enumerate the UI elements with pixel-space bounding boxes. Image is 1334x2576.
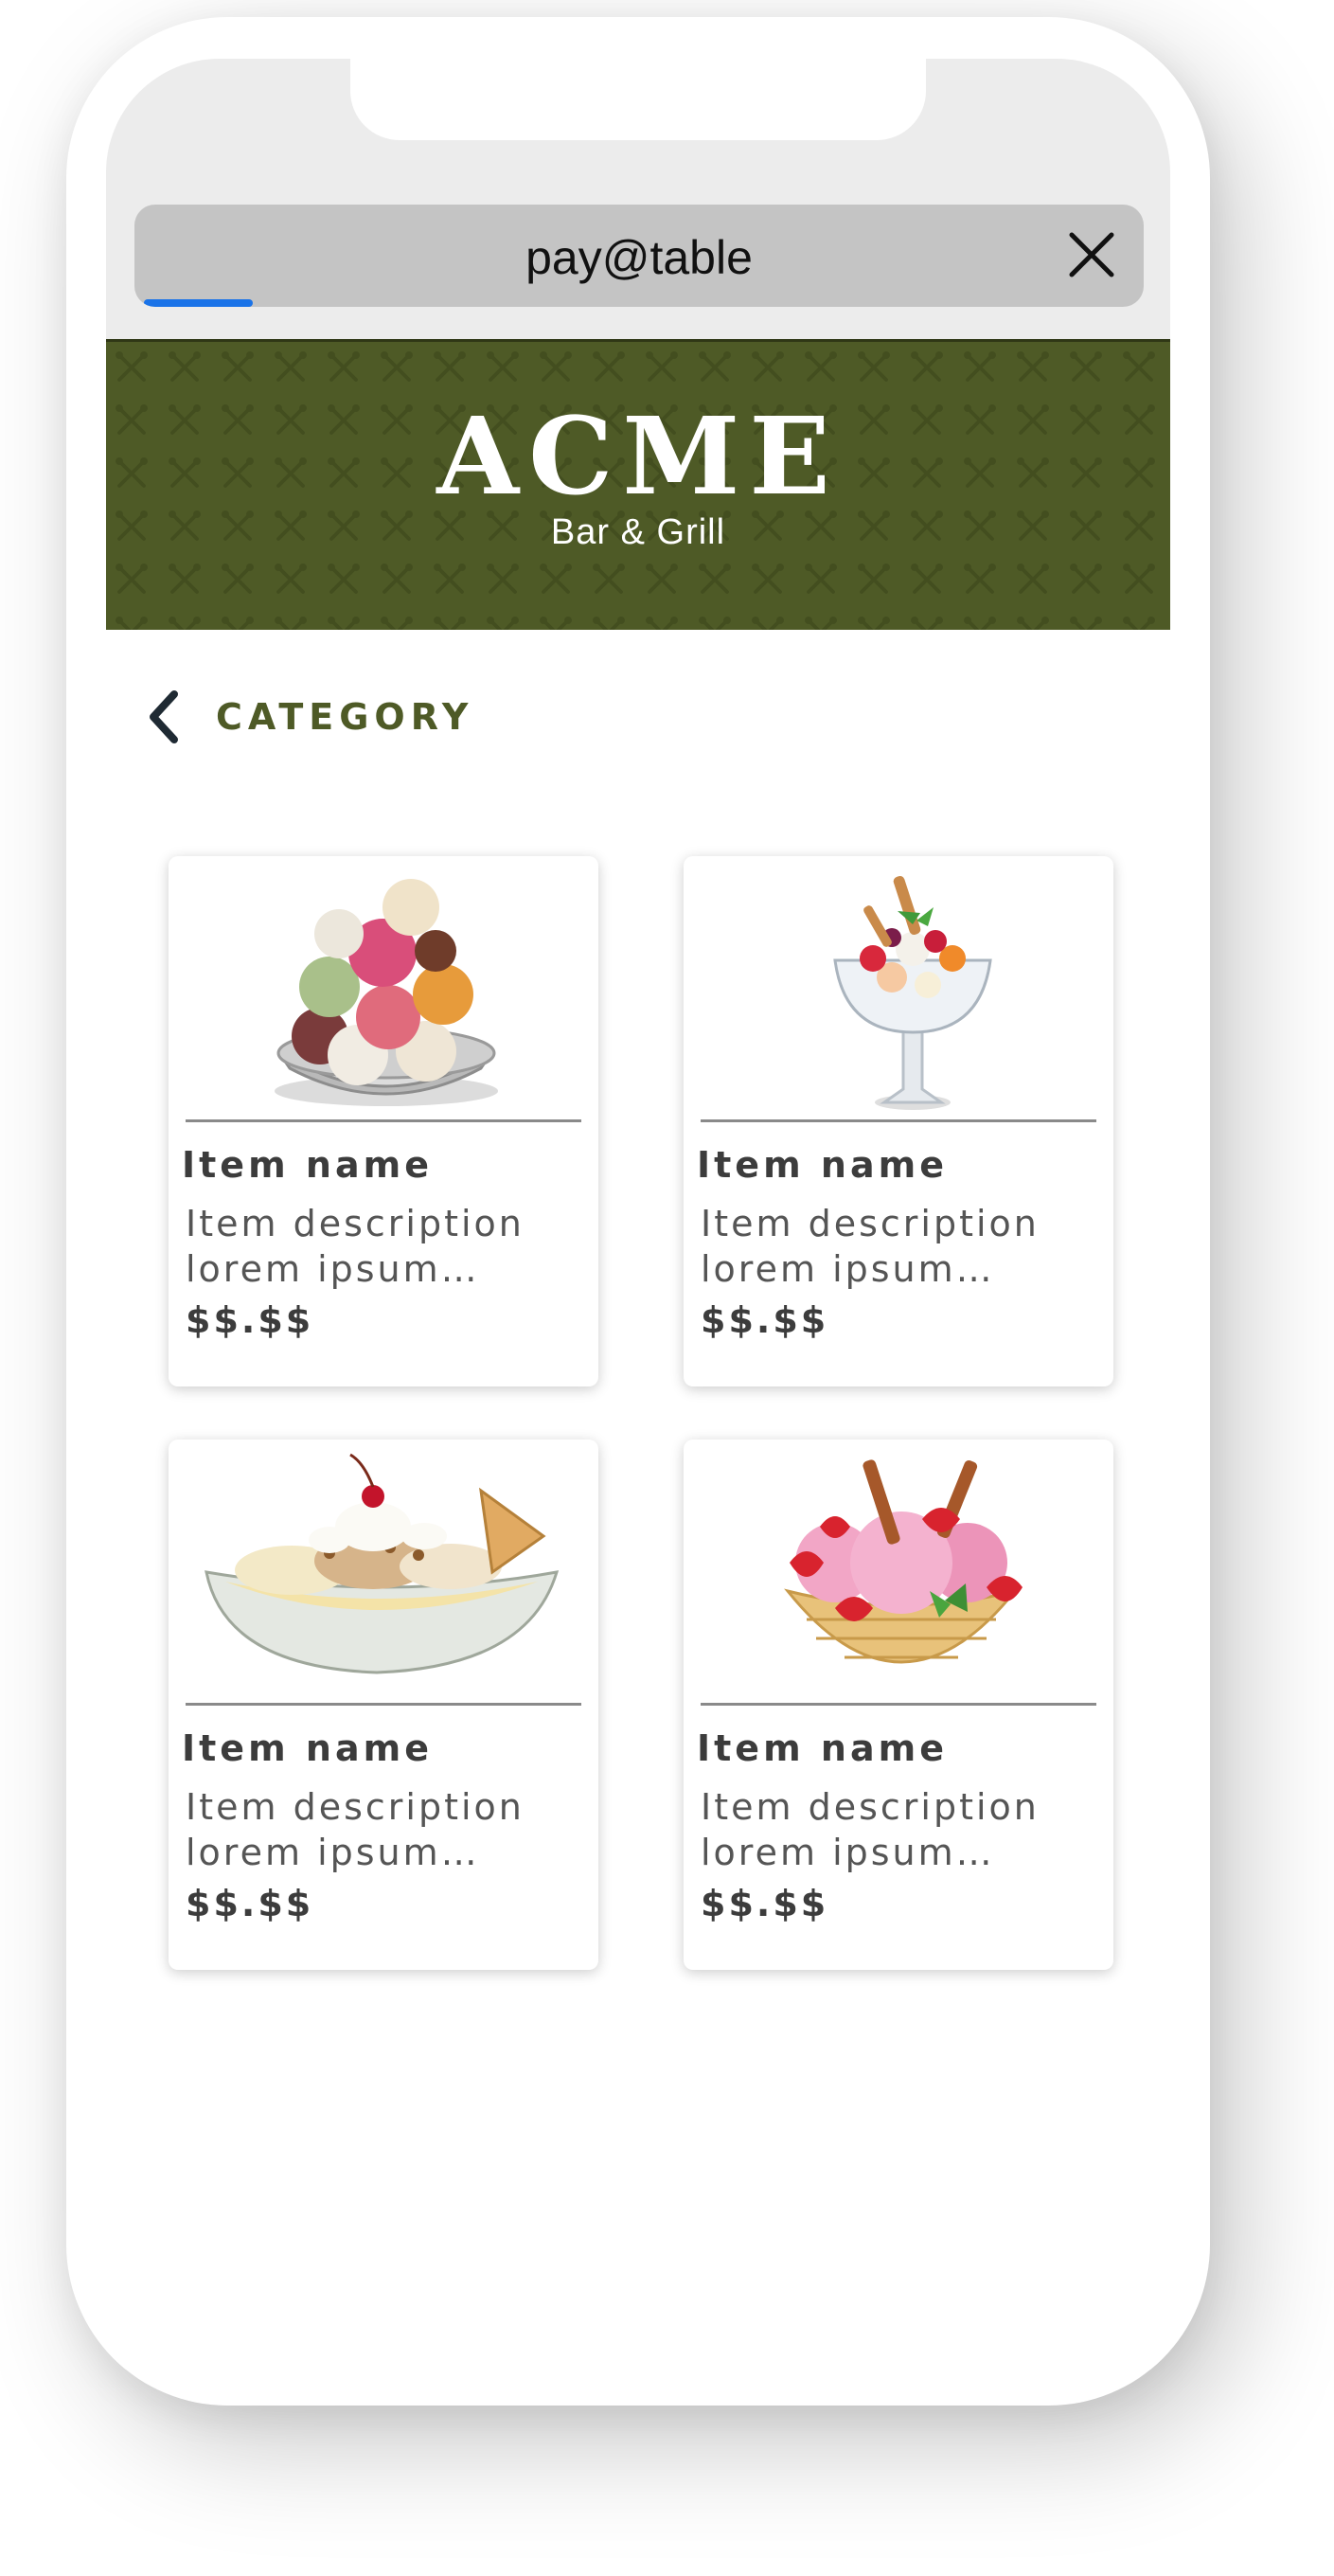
back-to-category-button[interactable]: CATEGORY — [144, 684, 473, 750]
item-price: $$.$$ — [701, 1299, 829, 1341]
menu-item-card[interactable]: Item name Item description lorem ipsum… … — [684, 856, 1113, 1386]
item-description: Item description lorem ipsum… — [186, 1786, 525, 1873]
item-name: Item name — [697, 1727, 948, 1769]
brand-tagline: Bar & Grill — [550, 512, 726, 552]
item-name: Item name — [182, 1727, 433, 1769]
menu-item-card[interactable]: Item name Item description lorem ipsum… … — [684, 1440, 1113, 1970]
menu-item-card[interactable]: Item name Item description lorem ipsum… … — [169, 1440, 598, 1970]
phone-notch — [350, 59, 926, 140]
url-text: pay@table — [525, 231, 753, 284]
brand-name: ACME — [436, 395, 840, 519]
item-price: $$.$$ — [186, 1883, 314, 1924]
item-name: Item name — [697, 1144, 948, 1186]
strawberry-ice-cream-image — [784, 1459, 1023, 1664]
phone-screen: pay@table ACME Bar & Grill CATEGORY Item… — [106, 59, 1170, 2370]
url-bar[interactable]: pay@table — [134, 205, 1144, 307]
item-description: Item description lorem ipsum… — [701, 1203, 1040, 1290]
ice-cream-scoops-image — [275, 879, 498, 1106]
load-progress-fill — [144, 299, 254, 307]
restaurant-banner: ACME Bar & Grill — [106, 339, 1170, 630]
card-divider — [701, 1119, 1096, 1122]
category-label: CATEGORY — [216, 696, 474, 738]
browser-chrome: pay@table — [106, 59, 1170, 339]
card-divider — [186, 1119, 581, 1122]
chevron-left-icon — [150, 690, 178, 743]
item-price: $$.$$ — [186, 1299, 314, 1341]
stage: pay@table ACME Bar & Grill CATEGORY Item… — [0, 0, 1334, 2576]
menu-item-card[interactable]: Item name Item description lorem ipsum… … — [169, 856, 598, 1386]
load-progress-bar — [144, 299, 1134, 307]
item-name: Item name — [182, 1144, 433, 1186]
banana-split-image — [205, 1453, 560, 1674]
item-description: Item description lorem ipsum… — [701, 1786, 1040, 1873]
close-button[interactable] — [1064, 227, 1119, 282]
card-divider — [186, 1703, 581, 1706]
phone-frame: pay@table ACME Bar & Grill CATEGORY Item… — [66, 17, 1210, 2406]
fruit-sundae-image — [833, 876, 992, 1110]
item-description: Item description lorem ipsum… — [186, 1203, 525, 1290]
item-price: $$.$$ — [701, 1883, 829, 1924]
card-divider — [701, 1703, 1096, 1706]
close-icon — [1069, 232, 1114, 277]
